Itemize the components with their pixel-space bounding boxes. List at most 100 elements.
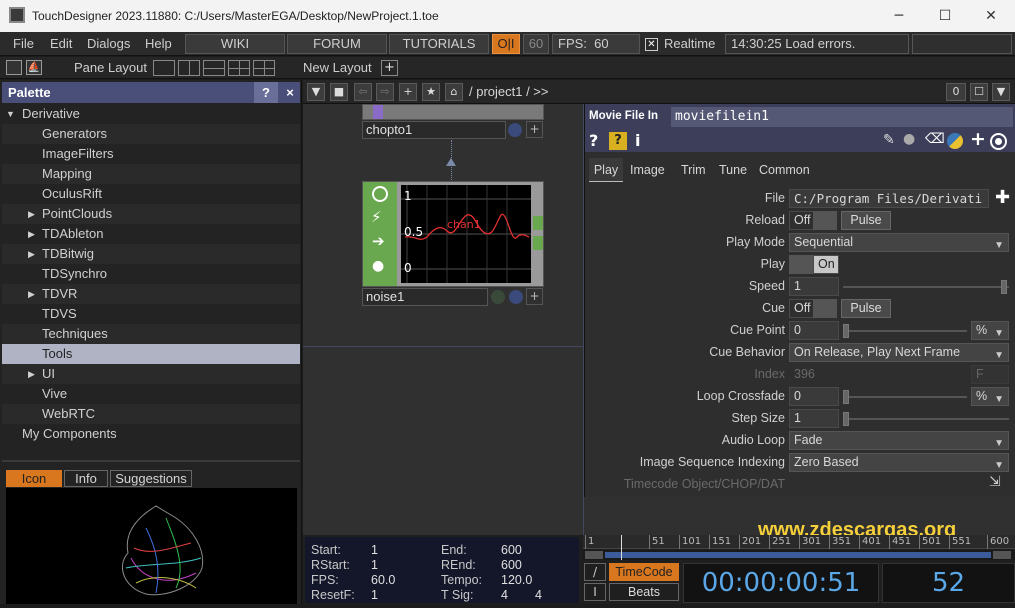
stepsize-slider-handle[interactable]: [843, 412, 849, 426]
collapsed-arrow-icon[interactable]: ▶: [28, 204, 35, 224]
expanded-arrow-icon[interactable]: ▼: [6, 104, 15, 124]
palette-item[interactable]: ▶ TDBitwig: [2, 244, 300, 264]
scroll-right-handle[interactable]: [993, 551, 1011, 559]
palette-item[interactable]: TDVS: [2, 304, 300, 324]
minimize-button[interactable]: ─: [876, 0, 922, 32]
timecode-mode-button[interactable]: TimeCode: [609, 563, 679, 581]
cuepoint-slider-track[interactable]: [843, 330, 967, 332]
tab-icon[interactable]: Icon: [6, 470, 62, 487]
plus-icon[interactable]: +: [970, 128, 986, 150]
loopcross-slider-handle[interactable]: [843, 390, 849, 404]
imgseq-select[interactable]: Zero Based ▼: [789, 453, 1009, 472]
menu-down-icon[interactable]: ▼: [307, 83, 325, 101]
menu-file[interactable]: File: [13, 36, 34, 51]
palette-item[interactable]: Mapping: [2, 164, 300, 184]
cook-icon[interactable]: ●: [372, 258, 384, 274]
frame-display[interactable]: 52: [882, 563, 1015, 603]
forum-button[interactable]: FORUM: [287, 34, 387, 54]
cook-toggle[interactable]: O|I: [492, 34, 520, 54]
layout-split-v-icon[interactable]: [178, 60, 200, 76]
viewer-toggle-icon[interactable]: [509, 290, 523, 304]
palette-close-button[interactable]: ×: [280, 82, 300, 103]
tab-common[interactable]: Common: [759, 163, 810, 177]
palette-item[interactable]: WebRTC: [2, 404, 300, 424]
play-toggle[interactable]: On: [813, 255, 839, 274]
speed-field[interactable]: 1: [789, 277, 839, 296]
beats-mode-button[interactable]: Beats: [609, 583, 679, 601]
loopcross-field[interactable]: 0: [789, 387, 839, 406]
realtime-checkbox[interactable]: ✕: [645, 38, 658, 51]
tab-tune[interactable]: Tune: [719, 163, 747, 177]
info-icon[interactable]: i: [635, 131, 640, 150]
tutorials-button[interactable]: TUTORIALS: [389, 34, 489, 54]
export-toggle-icon[interactable]: [491, 290, 505, 304]
cuebehavior-select[interactable]: On Release, Play Next Frame ▼: [789, 343, 1009, 362]
speed-slider-handle[interactable]: [1001, 280, 1007, 294]
bypass-icon[interactable]: [372, 186, 388, 202]
palette-item[interactable]: Techniques: [2, 324, 300, 344]
palette-item[interactable]: My Components: [2, 424, 300, 444]
end-value[interactable]: 600: [501, 543, 522, 557]
tempo-value[interactable]: 120.0: [501, 573, 532, 587]
image-icon[interactable]: [6, 60, 22, 75]
cuepoint-unit-select[interactable]: % ▼: [971, 321, 1009, 340]
pencil-icon[interactable]: ✎: [883, 132, 895, 148]
bar-button[interactable]: I: [584, 583, 606, 601]
chopto1-label[interactable]: chopto1: [362, 121, 506, 139]
menu-dialogs[interactable]: Dialogs: [87, 36, 130, 51]
add-layout-button[interactable]: +: [381, 60, 398, 76]
file-browse-icon[interactable]: ✚: [995, 187, 1010, 208]
collapsed-arrow-icon[interactable]: ▶: [28, 244, 35, 264]
target-icon[interactable]: [990, 133, 1007, 150]
palette-help-button[interactable]: ?: [254, 82, 278, 103]
palette-item[interactable]: ▼ Derivative: [2, 104, 300, 124]
help-icon[interactable]: ?: [589, 131, 598, 150]
playmode-select[interactable]: Sequential ▼: [789, 233, 1009, 252]
star-icon[interactable]: ★: [422, 83, 440, 101]
rstart-value[interactable]: 1: [371, 558, 378, 572]
fps-cap[interactable]: 60: [523, 34, 549, 54]
python-help-icon[interactable]: ?: [609, 132, 627, 150]
viewer-toggle-icon[interactable]: [508, 123, 522, 137]
cuepoint-field[interactable]: 0: [789, 321, 839, 340]
network-count[interactable]: 0: [946, 83, 966, 101]
palette-item[interactable]: Tools: [2, 344, 300, 364]
speed-slider-track[interactable]: [843, 286, 1009, 288]
scroll-left-handle[interactable]: [585, 551, 603, 559]
timeline-ruler[interactable]: 1 51 101 151 201 251 301 351 401 451 501 551 600: [583, 535, 1015, 549]
resetf-value[interactable]: 1: [371, 588, 378, 602]
layout-split-h-icon[interactable]: [203, 60, 225, 76]
maximize-pane-icon[interactable]: ☐: [970, 83, 988, 101]
maximize-button[interactable]: ☐: [922, 0, 968, 32]
palette-item[interactable]: ▶ TDVR: [2, 284, 300, 304]
cue-pulse-button[interactable]: Pulse: [841, 299, 891, 318]
layout-single-icon[interactable]: [153, 60, 175, 76]
menu-edit[interactable]: Edit: [50, 36, 72, 51]
playhead[interactable]: [621, 535, 622, 560]
palette-item[interactable]: TDSynchro: [2, 264, 300, 284]
drag-target-icon[interactable]: ⇲: [989, 474, 1001, 490]
stop-icon[interactable]: ■: [330, 83, 348, 101]
wiki-button[interactable]: WIKI: [185, 34, 285, 54]
tsig-a[interactable]: 4: [501, 588, 508, 602]
collapsed-arrow-icon[interactable]: ▶: [28, 224, 35, 244]
timecode-display[interactable]: 00:00:00:51: [683, 563, 879, 603]
layout-quad-icon[interactable]: [228, 60, 250, 76]
python-icon[interactable]: [947, 133, 963, 149]
palette-item[interactable]: ▶ PointClouds: [2, 204, 300, 224]
ship-icon[interactable]: ⛵: [26, 60, 42, 75]
noise1-label[interactable]: noise1: [362, 288, 488, 306]
add-connector-icon[interactable]: +: [526, 121, 543, 138]
loopcross-unit-select[interactable]: % ▼: [971, 387, 1009, 406]
tsig-b[interactable]: 4: [535, 588, 542, 602]
tab-suggestions[interactable]: Suggestions: [110, 470, 192, 487]
display-icon[interactable]: ➔: [372, 232, 385, 250]
timeline-scrollbar[interactable]: [583, 550, 1015, 560]
palette-item[interactable]: Generators: [2, 124, 300, 144]
eraser-icon[interactable]: ⌫: [925, 131, 945, 147]
collapsed-arrow-icon[interactable]: ▶: [28, 364, 35, 384]
lock-icon[interactable]: ⚡: [371, 208, 382, 226]
tab-image[interactable]: Image: [630, 163, 665, 177]
add-icon[interactable]: +: [399, 83, 417, 101]
cuepoint-slider-handle[interactable]: [843, 324, 849, 338]
